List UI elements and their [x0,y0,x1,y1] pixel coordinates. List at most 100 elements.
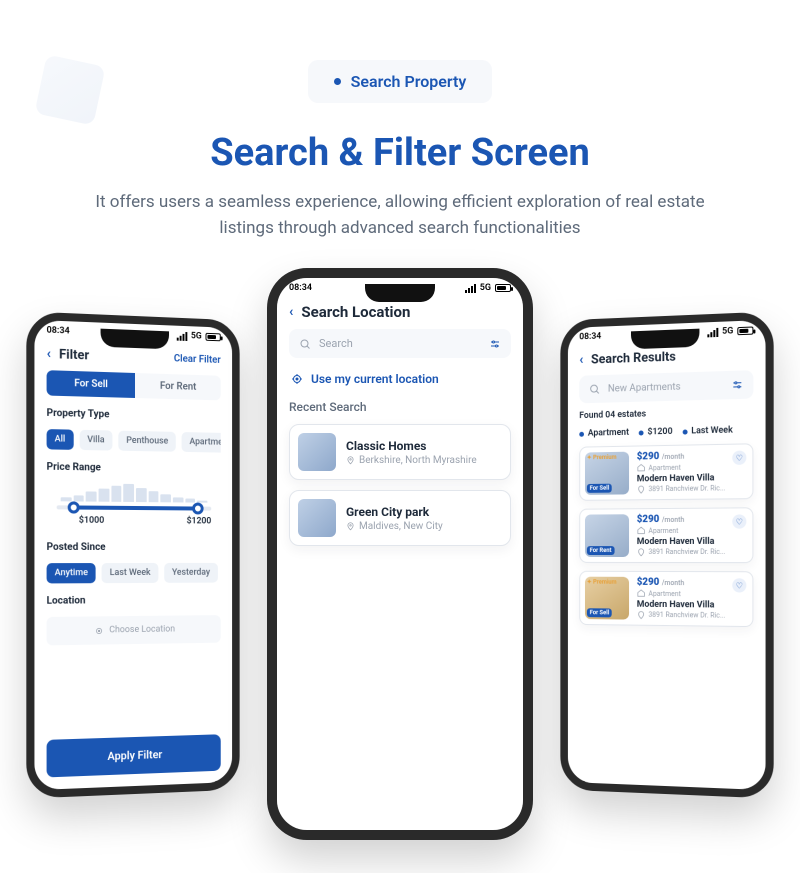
home-icon [637,463,646,472]
chip-penthouse[interactable]: Penthouse [118,431,176,452]
hero-pill: Search Property [308,60,493,103]
result-price: $290 /month [637,513,748,525]
back-button[interactable]: ‹ [47,346,51,362]
sliders-icon[interactable] [489,338,501,350]
chip-apartment[interactable]: Apartment [182,432,221,453]
pin-icon [637,611,646,620]
screen-title: Search Location [301,303,410,321]
filter-chip[interactable]: $1200 [639,427,673,438]
price-range-slider[interactable]: $1000 $1200 [47,483,221,530]
result-price: $290 /month [637,577,748,589]
search-query: New Apartments [608,380,723,394]
range-knob-max[interactable] [192,503,203,515]
hero: Search Property Search & Filter Screen I… [0,0,800,242]
home-icon [637,589,646,598]
phone-results: 08:34 5G ‹ Search Results New Apartments… [560,311,773,798]
battery-icon [737,326,753,335]
chip-all[interactable]: All [47,429,74,450]
result-thumbnail: ✦ Premium For Sell [585,452,629,495]
hero-pill-label: Search Property [351,72,467,91]
recent-name: Green City park [346,505,443,519]
premium-badge: ✦ Premium [587,579,617,586]
network-label: 5G [480,283,491,293]
pin-icon [346,522,355,531]
active-filter-chips: Apartment $1200 Last Week [579,425,753,439]
home-icon [637,526,646,535]
recent-thumbnail [298,433,336,471]
result-kind: Apartment [648,589,680,597]
recent-location: Maldives, New City [359,521,443,532]
filter-chip[interactable]: Last Week [682,425,732,436]
result-thumbnail: ✦ PremiumFor Sell [585,577,629,620]
search-input[interactable]: New Apartments [579,370,753,403]
result-kind: Apartment [648,463,680,472]
signal-icon [707,327,718,337]
use-current-location-button[interactable]: Use my current location [289,368,511,390]
use-location-label: Use my current location [311,372,439,386]
posted-since-chips: Anytime Last Week Yesterday [47,563,221,584]
recent-location: Berkshire, North Myrashire [359,455,477,466]
status-time: 08:34 [47,325,70,336]
result-name: Modern Haven Villa [637,473,748,485]
tab-for-rent[interactable]: For Rent [135,373,221,400]
pin-icon [637,485,646,494]
result-address: 3891 Ranchview Dr. Ric... [648,484,725,494]
network-label: 5G [722,326,733,337]
back-button[interactable]: ‹ [289,304,293,320]
range-min-value: $1000 [79,516,105,526]
battery-icon [206,333,221,341]
pin-icon [637,548,646,557]
crosshair-icon [291,373,303,385]
signal-icon [465,284,476,293]
search-input[interactable]: Search [289,329,511,358]
pin-icon [346,456,355,465]
listing-type-tabs: For Sell For Rent [47,370,221,400]
hero-subtitle: It offers users a seamless experience, a… [95,189,705,242]
result-thumbnail: For Rent [585,514,629,557]
listing-tag: For Rent [587,546,615,555]
favorite-button[interactable]: ♡ [732,514,746,528]
chip-last-week[interactable]: Last Week [102,563,159,583]
hero-title: Search & Filter Screen [0,131,800,175]
listing-tag: For Sell [587,484,612,493]
location-placeholder: Choose Location [109,625,175,636]
chip-anytime[interactable]: Anytime [47,563,96,583]
price-range-label: Price Range [47,462,221,476]
apply-filter-button[interactable]: Apply Filter [47,734,221,777]
phone-filter: 08:34 5G ‹ Filter Clear Filter For Sell … [26,311,239,798]
premium-badge: ✦ Premium [587,454,617,461]
recent-name: Classic Homes [346,439,477,453]
search-placeholder: Search [319,337,481,350]
result-kind: Aparment [648,526,678,534]
result-card[interactable]: For Rent $290 /month Aparment Modern Hav… [579,507,753,563]
result-card[interactable]: ✦ PremiumFor Sell $290 /month Apartment … [579,443,753,501]
status-time: 08:34 [289,283,312,293]
search-icon [589,383,600,395]
result-name: Modern Haven Villa [637,537,748,547]
sliders-icon[interactable] [731,379,743,392]
screen-title: Search Results [591,349,676,367]
filter-chip[interactable]: Apartment [579,428,629,439]
screen-title: Filter [59,347,89,363]
property-type-chips: All Villa Penthouse Apartment [47,429,221,453]
tab-for-sell[interactable]: For Sell [47,370,135,398]
chip-yesterday[interactable]: Yesterday [164,563,218,583]
favorite-button[interactable]: ♡ [732,578,746,592]
back-button[interactable]: ‹ [579,352,583,368]
result-address: 3891 Ranchview Dr. Ric... [648,548,725,557]
range-knob-min[interactable] [68,501,80,513]
recent-item[interactable]: Green City park Maldives, New City [289,490,511,546]
chip-villa[interactable]: Villa [79,430,112,451]
clear-filter-button[interactable]: Clear Filter [174,353,221,366]
result-card[interactable]: ✦ PremiumFor Sell $290 /month Apartment … [579,571,753,627]
result-address: 3891 Ranchview Dr. Ric... [648,611,725,621]
choose-location-field[interactable]: Choose Location [47,615,221,645]
phones-stage: 08:34 5G ‹ Filter Clear Filter For Sell … [0,268,800,873]
network-label: 5G [191,331,202,341]
location-label: Location [47,594,221,606]
property-type-label: Property Type [47,408,221,423]
result-name: Modern Haven Villa [637,600,748,611]
recent-item[interactable]: Classic Homes Berkshire, North Myrashire [289,424,511,480]
phone-search: 08:34 5G ‹ Search Location Search [267,268,533,840]
status-bar: 08:34 5G [277,278,523,295]
